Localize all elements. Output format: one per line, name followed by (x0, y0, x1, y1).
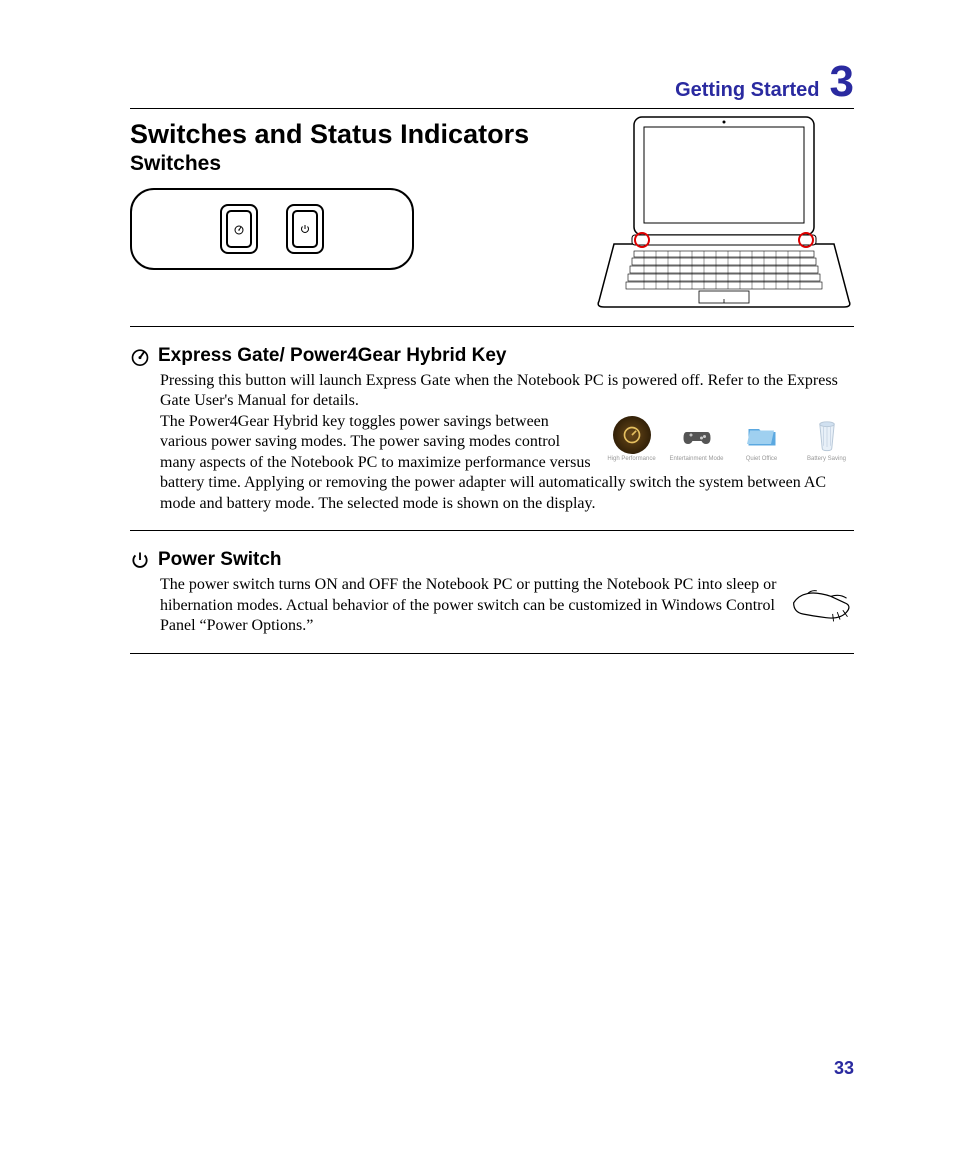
chapter-header: Getting Started 3 (130, 60, 854, 104)
power-switch-para: The power switch turns ON and OFF the No… (160, 576, 776, 634)
mode-high-performance: High Performance (604, 416, 659, 462)
power-icon (130, 550, 150, 570)
power-switch-heading: Power Switch (158, 549, 282, 571)
speedometer-icon (130, 346, 150, 366)
express-gate-button-diagram (220, 204, 258, 254)
express-gate-para1: Pressing this button will launch Express… (160, 372, 838, 409)
chapter-title: Getting Started (675, 79, 819, 102)
power-mode-icons: High Performance Entertainment Mode (604, 416, 854, 462)
divider (130, 530, 854, 531)
gauge-icon (622, 425, 642, 445)
express-gate-heading: Express Gate/ Power4Gear Hybrid Key (158, 345, 507, 367)
page-number: 33 (834, 1058, 854, 1079)
mode-battery-saving: Battery Saving (799, 416, 854, 462)
power-icon (299, 223, 311, 235)
chapter-number: 3 (830, 60, 854, 104)
folder-icon (744, 417, 780, 453)
divider (130, 326, 854, 327)
divider (130, 653, 854, 654)
gamepad-icon (679, 417, 715, 453)
bin-icon (812, 417, 842, 453)
subsection-title: Switches (130, 152, 574, 176)
speedometer-icon (233, 223, 245, 235)
express-gate-body: Pressing this button will launch Express… (160, 371, 854, 514)
mode-entertainment: Entertainment Mode (669, 416, 724, 462)
switch-panel-diagram (130, 188, 414, 270)
power-button-diagram (286, 204, 324, 254)
mode-quiet-office: Quiet Office (734, 416, 789, 462)
laptop-illustration (594, 109, 854, 314)
hand-press-illustration (789, 575, 854, 633)
section-title: Switches and Status Indicators (130, 119, 574, 150)
power-switch-body: The power switch turns ON and OFF the No… (160, 575, 854, 637)
